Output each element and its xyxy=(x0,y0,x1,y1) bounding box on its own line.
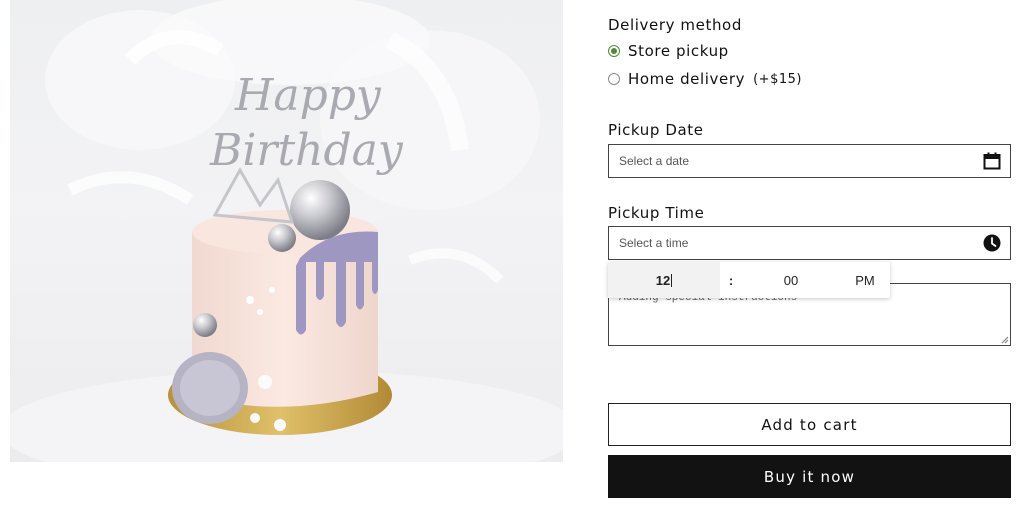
pickup-date-input[interactable]: Select a date xyxy=(608,144,1011,178)
time-picker-popup: 12 : 00 PM xyxy=(608,262,890,298)
pickup-time-label: Pickup Time xyxy=(608,204,705,222)
radio-unselected-icon[interactable] xyxy=(608,73,620,85)
delivery-method-label: Delivery method xyxy=(608,16,742,34)
cake-illustration: Happy Birthday xyxy=(10,0,563,462)
radio-home-delivery[interactable]: Home delivery (+$15) xyxy=(608,69,802,89)
pickup-date-label: Pickup Date xyxy=(608,121,704,139)
delivery-surcharge: (+$15) xyxy=(753,71,802,87)
radio-selected-icon[interactable] xyxy=(608,45,620,57)
add-to-cart-button[interactable]: Add to cart xyxy=(608,403,1011,446)
radio-store-pickup-label: Store pickup xyxy=(628,42,729,60)
text-caret xyxy=(671,273,673,287)
radio-home-delivery-label: Home delivery xyxy=(628,70,746,88)
time-picker-hour[interactable]: 12 xyxy=(608,262,720,298)
pickup-date-placeholder: Select a date xyxy=(619,154,690,168)
time-picker-separator: : xyxy=(728,272,734,288)
product-image[interactable]: Happy Birthday xyxy=(10,0,563,462)
time-picker-minute[interactable]: 00 xyxy=(742,262,840,298)
topper-text-line1: Happy xyxy=(234,70,382,121)
time-picker-period[interactable]: PM xyxy=(840,262,890,298)
topper-text-line2: Birthday xyxy=(209,125,404,176)
buy-now-button[interactable]: Buy it now xyxy=(608,455,1011,498)
resize-grip-icon[interactable] xyxy=(1000,335,1009,344)
calendar-icon[interactable] xyxy=(983,152,1001,170)
time-picker-hour-value: 12 xyxy=(655,272,671,288)
clock-icon[interactable] xyxy=(983,234,1001,252)
radio-store-pickup[interactable]: Store pickup xyxy=(608,41,729,61)
pickup-time-placeholder: Select a time xyxy=(619,236,689,250)
pickup-time-input[interactable]: Select a time xyxy=(608,226,1011,260)
